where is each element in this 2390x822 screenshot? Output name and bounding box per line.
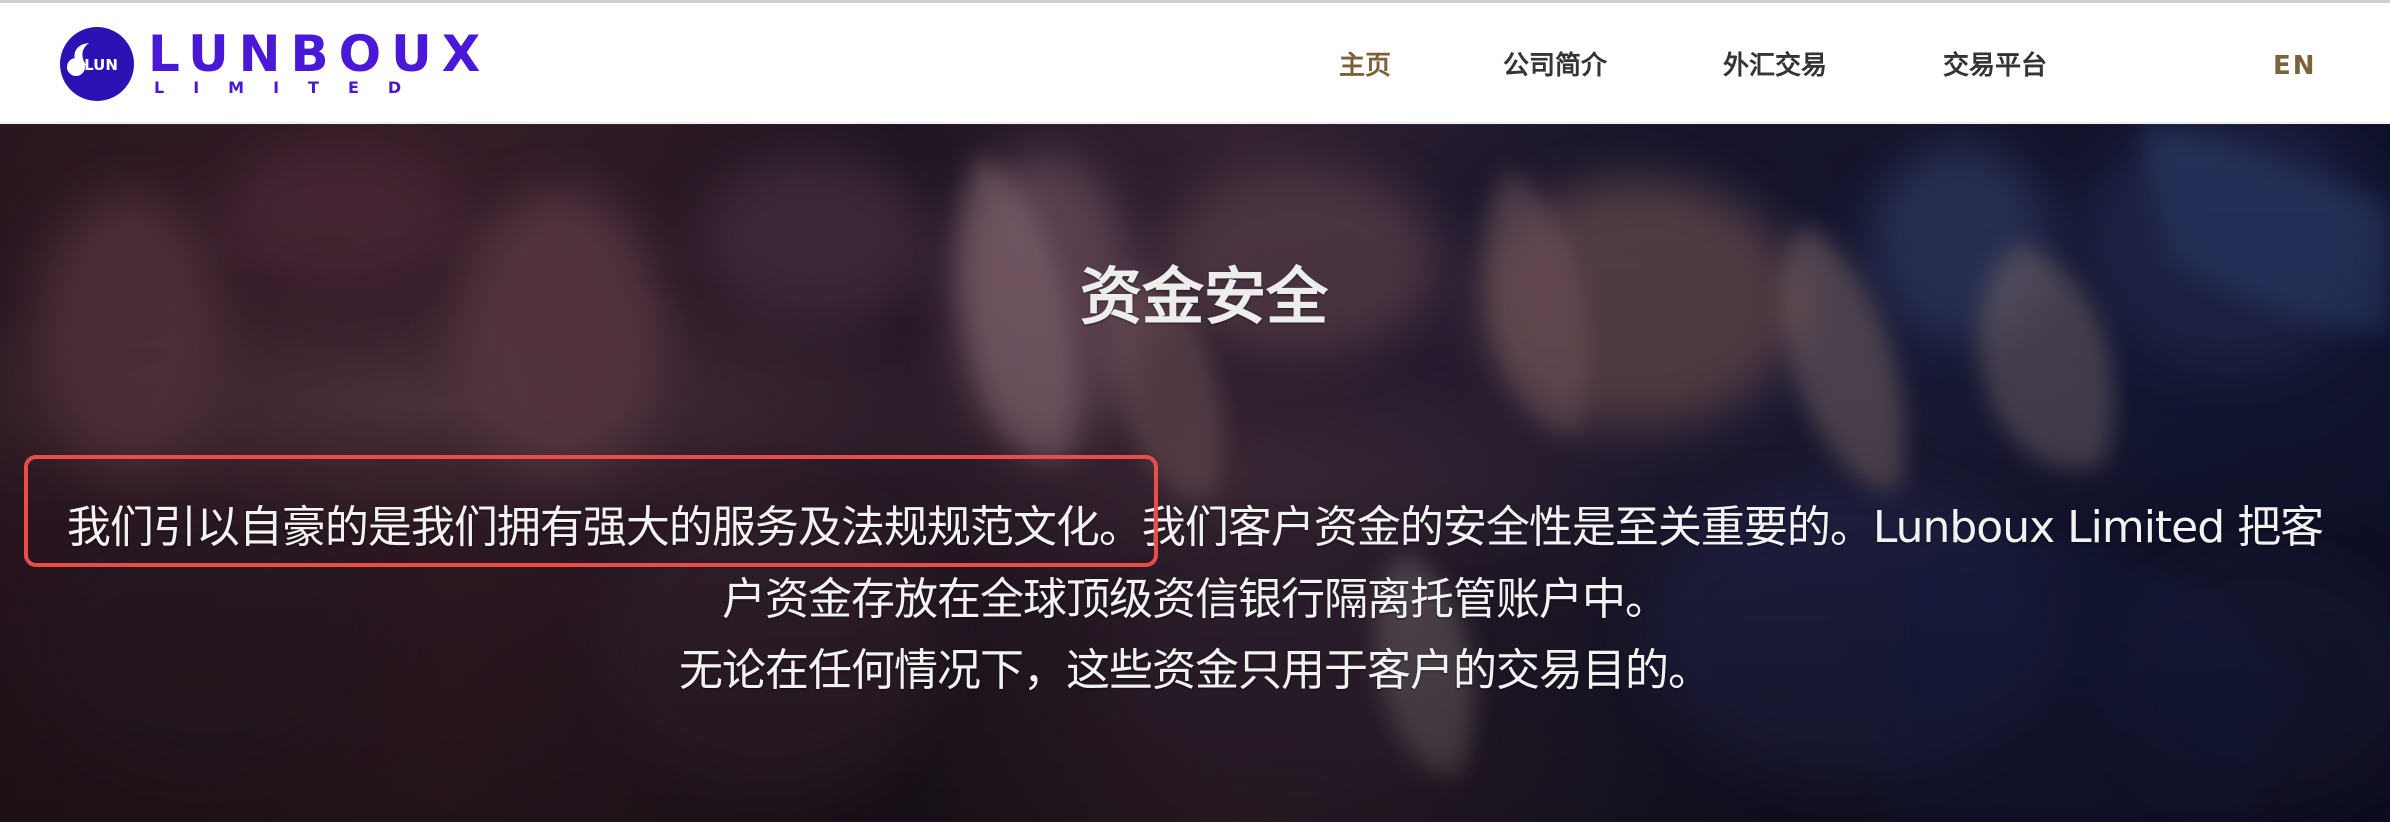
logo-mark-text: LUN — [84, 56, 118, 74]
highlighted-hero-text: 我们引以自豪的是我们拥有强大的服务及法规规范文化。 — [66, 502, 1143, 553]
nav-home[interactable]: 主页 — [1339, 49, 1391, 83]
nav-forex-trading[interactable]: 外汇交易 — [1723, 49, 1827, 83]
audience-background-image — [0, 124, 2390, 822]
hero-text-line-1: 我们引以自豪的是我们拥有强大的服务及法规规范文化。我们客户资金的安全性是至关重要… — [0, 499, 2390, 557]
fund-security-hero: 资金安全 我们引以自豪的是我们拥有强大的服务及法规规范文化。我们客户资金的安全性… — [0, 124, 2390, 822]
hero-text-line-3: 无论在任何情况下，这些资金只用于客户的交易目的。 — [679, 645, 1712, 696]
language-switch[interactable]: EN — [2273, 49, 2317, 83]
lunboux-home-page: LUN LUNBOUX LIMITED 主页 公司简介 外汇交易 交易平台 EN — [0, 0, 2390, 822]
brand-subtitle: LIMITED — [154, 78, 431, 97]
nav-trading-platform[interactable]: 交易平台 — [1943, 49, 2047, 83]
nav-company-profile[interactable]: 公司简介 — [1503, 49, 1607, 83]
hero-text-line-2: 户资金存放在全球顶级资信银行隔离托管账户中。 — [722, 574, 1669, 625]
brand-name: LUNBOUX — [148, 25, 491, 83]
hero-text-line-1-remainder: 我们客户资金的安全性是至关重要的。Lunboux Limited 把客 — [1141, 502, 2324, 553]
site-header: LUN LUNBOUX LIMITED 主页 公司简介 外汇交易 交易平台 EN — [0, 3, 2390, 123]
lunboux-logo[interactable]: LUN LUNBOUX LIMITED — [58, 25, 480, 103]
lunboux-logo-mark-icon: LUN — [60, 27, 134, 101]
hero-title: 资金安全 — [1080, 260, 1329, 333]
